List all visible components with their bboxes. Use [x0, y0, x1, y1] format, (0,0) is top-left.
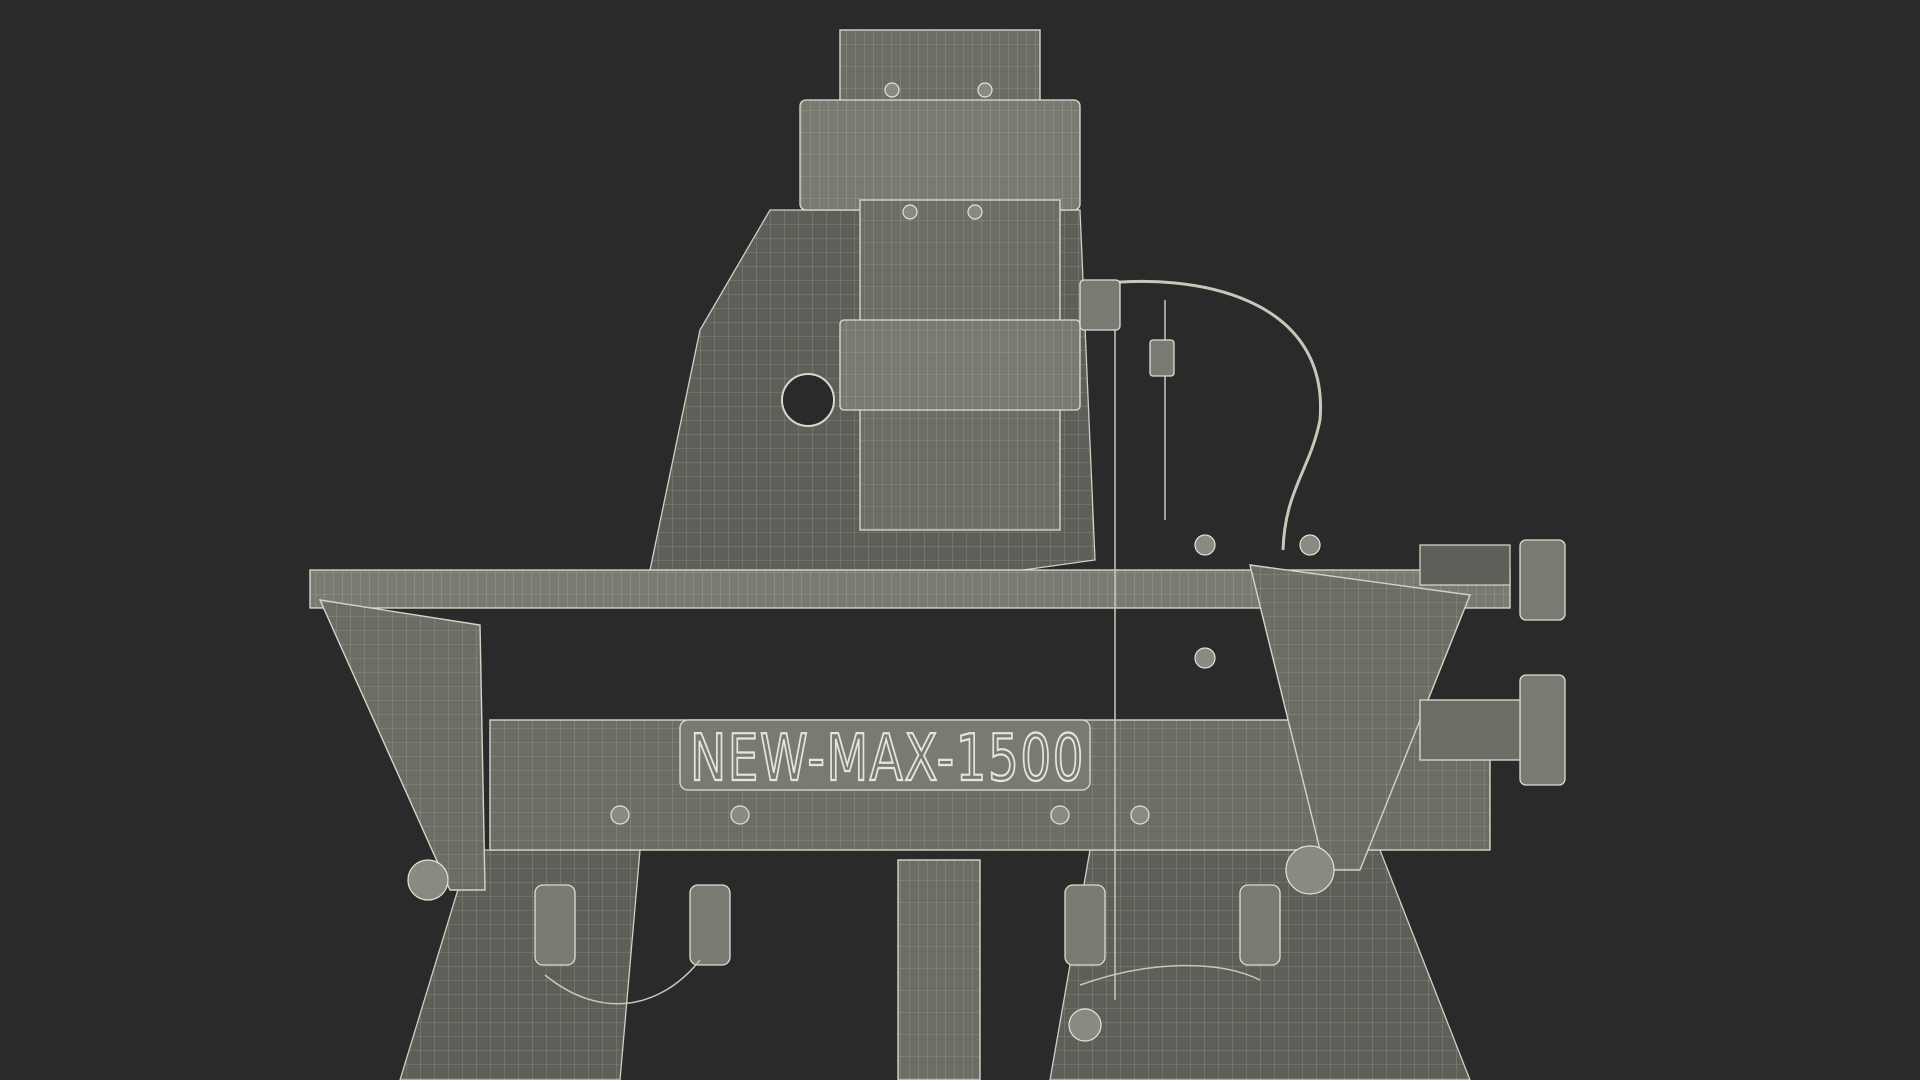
- damper: [1239, 884, 1281, 966]
- damper: [534, 884, 576, 966]
- cap-bolt: [884, 82, 900, 98]
- valve-block: [1149, 339, 1175, 377]
- knob: [407, 859, 449, 901]
- hydraulic-hose: [1089, 279, 1322, 551]
- damper: [689, 884, 731, 966]
- knob: [1068, 1008, 1102, 1042]
- nameplate-text: NEW-MAX-1500: [690, 722, 1085, 796]
- cap-bolt: [967, 204, 983, 220]
- housing-port-hole: [781, 373, 835, 427]
- nameplate: NEW-MAX-1500: [679, 719, 1091, 797]
- cap-bolt: [977, 82, 993, 98]
- valve-block: [1079, 279, 1121, 331]
- cap-bolt: [902, 204, 918, 220]
- wireframe-machine-render: NEW-MAX-1500: [309, 29, 1566, 1080]
- knob: [1285, 845, 1335, 895]
- damper: [1064, 884, 1106, 966]
